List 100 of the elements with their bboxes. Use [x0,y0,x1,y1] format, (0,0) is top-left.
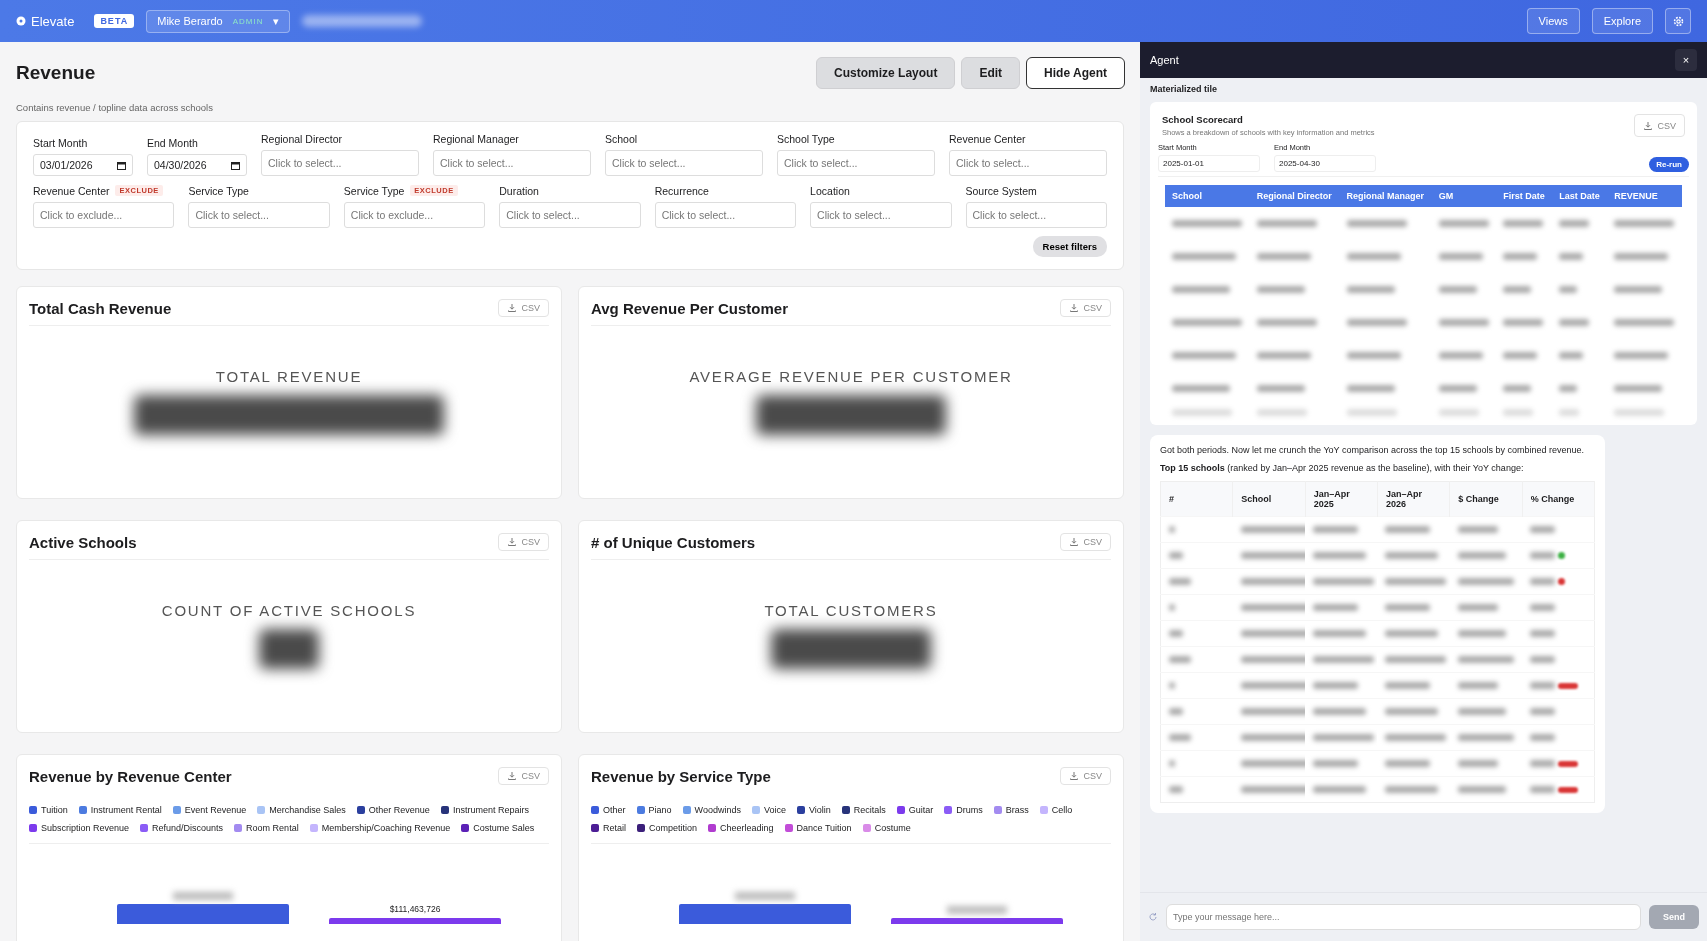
blurred-text [1172,408,1232,416]
blurred-text [1240,760,1306,767]
csv-button[interactable]: CSV [498,533,549,551]
csv-button[interactable]: CSV [498,299,549,317]
blurred-text [1503,220,1544,227]
csv-button[interactable]: CSV [1634,114,1685,137]
blurred-text [1385,604,1431,611]
blurred-text [1559,253,1584,260]
field-label: End Month [147,136,198,149]
select-field[interactable]: Click to select... [499,202,641,228]
csv-button[interactable]: CSV [498,767,549,785]
field-label: Service Type [343,184,405,197]
date-field[interactable]: 03/01/2026 [33,154,133,176]
close-button[interactable]: × [1675,49,1697,71]
date-field[interactable]: 04/30/2026 [147,154,247,176]
blurred-text [1240,682,1306,689]
blurred-text [1530,656,1556,663]
blurred-text [1559,286,1578,293]
blurred-text [1438,352,1483,359]
blurred-text [1457,786,1506,793]
csv-button[interactable]: CSV [1060,533,1111,551]
blurred-text [1457,526,1498,533]
select-field[interactable]: Click to select... [777,150,935,176]
rerun-button[interactable]: Re-run [1649,157,1689,172]
blurred-text [1313,760,1359,767]
blurred-text [1614,286,1663,293]
blurred-text [1503,385,1532,392]
blurred-value [259,629,319,669]
column-header: % Change [1522,481,1595,517]
blurred-text [1530,578,1556,585]
select-field[interactable]: Click to exclude... [343,202,486,228]
field-label: Revenue Center [33,184,110,197]
action-button[interactable]: Hide Agent [1026,57,1125,89]
select-field[interactable]: Click to exclude... [33,202,175,228]
blurred-text [1346,220,1407,227]
select-field[interactable]: Click to select... [965,202,1107,228]
select-field[interactable]: Click to select... [433,150,591,176]
blurred-text [1457,708,1506,715]
legend-label: Event Revenue [184,805,247,815]
blurred-text [1385,630,1439,637]
blurred-text [1172,253,1236,260]
blurred-text [1240,708,1306,715]
card-title: Total Cash Revenue [29,299,172,317]
legend-label: Brass [1005,805,1029,815]
select-field[interactable]: Click to select... [810,202,952,228]
field-label: Location [810,184,850,197]
select-field[interactable]: Click to select... [949,150,1107,176]
blurred-text [1240,526,1306,533]
page-subtitle: Contains revenue / topline data across schools [16,102,214,113]
blurred-text [1346,408,1397,416]
select-field[interactable]: Click to select... [188,202,330,228]
blurred-text [173,892,233,900]
blurred-text [1559,385,1578,392]
action-button[interactable]: Edit [961,57,1021,89]
blurred-text [1385,734,1447,741]
field-label: Duration [499,184,539,197]
blurred-text [1503,408,1534,416]
blurred-text [1169,682,1175,689]
blurred-text [1530,734,1556,741]
card-title: Active Schools [29,533,137,551]
field-label: Regional Director [261,132,343,145]
blurred-text [1530,526,1556,533]
action-button[interactable]: Customize Layout [816,57,956,89]
nav-button[interactable]: Views [1526,8,1580,34]
column-header: GM [1431,185,1497,207]
blurred-text [1313,708,1367,715]
download-icon [1069,537,1080,547]
blurred-text [1530,760,1556,767]
legend-label: Dance Tuition [796,823,852,833]
card-title: # of Unique Customers [591,533,756,551]
date-field[interactable]: 2025-01-01 [1158,155,1260,172]
column-header: $ Change [1449,481,1523,517]
legend-label: Woodwinds [694,805,741,815]
beta-badge: BETA [94,14,135,28]
blurred-text [1346,253,1401,260]
blurred-text [1385,786,1439,793]
csv-button[interactable]: CSV [1060,767,1111,785]
download-icon [507,771,518,781]
user-menu[interactable]: Mike Berardo ADMIN ▾ [146,9,291,33]
legend-label: Membership/Coaching Revenue [321,823,451,833]
select-field[interactable]: Click to select... [261,150,419,176]
settings-button[interactable] [1665,8,1691,34]
date-field[interactable]: 2025-04-30 [1274,155,1376,172]
select-field[interactable]: Click to select... [654,202,797,228]
nav-button[interactable]: Explore [1591,8,1653,34]
blurred-text [1438,286,1477,293]
column-header: # [1160,481,1233,517]
download-icon [507,303,518,313]
refresh-icon[interactable] [1148,912,1158,922]
field-label: Regional Manager [433,132,519,145]
panel-title: Agent [1150,54,1179,66]
reset-filters-button[interactable]: Reset filters [1032,236,1107,257]
legend-label: Merchandise Sales [269,805,346,815]
message-input[interactable]: Type your message here... [1166,904,1641,930]
blurred-text [1169,708,1183,715]
csv-button[interactable]: CSV [1060,299,1111,317]
select-field[interactable]: Click to select... [605,150,763,176]
blurred-text [1313,552,1367,559]
blurred-text [1385,656,1447,663]
blurred-text [1438,385,1477,392]
